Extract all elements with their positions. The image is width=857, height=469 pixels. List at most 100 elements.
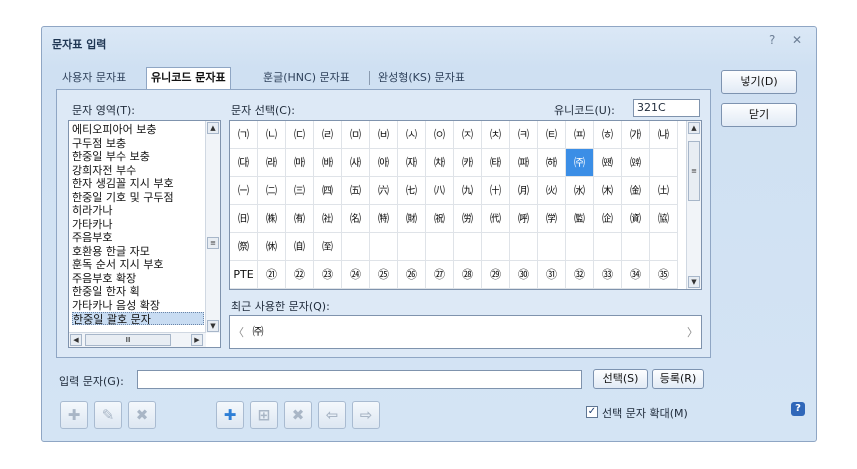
scroll-left-icon[interactable]: ◀ [70,334,82,346]
add-icon[interactable]: ✚ [216,401,244,429]
character-cell[interactable]: ㉜ [566,261,594,289]
area-item[interactable]: 한자 생김꼴 지시 부호 [72,177,174,190]
character-cell[interactable]: ㈑ [258,149,286,177]
character-cell[interactable]: ㈁ [258,121,286,149]
character-cell[interactable]: ㉟ [650,261,678,289]
area-horizontal-scrollbar[interactable]: ◀ Ⅲ ▶ [69,332,206,347]
character-cell[interactable]: ㈂ [286,121,314,149]
character-cell[interactable]: ㉁ [258,233,286,261]
character-cell[interactable]: ㉗ [426,261,454,289]
area-item[interactable]: 강희자전 부수 [72,164,136,177]
tab-user-chars[interactable]: 사용자 문자표 [62,68,126,88]
area-item[interactable]: 한중일 괄호 문자 [72,312,204,326]
character-grid[interactable]: ㈀㈁㈂㈃㈄㈅㈆㈇㈈㈉㈊㈋㈌㈍㈎㈏㈐㈑㈒㈓㈔㈕㈖㈗㈘㈙㈚㈛㈜㈝㈞㈠㈡㈢㈣㈤㈥㈦㈧㈨… [229,120,702,290]
area-item[interactable]: 주음부호 확장 [72,272,136,285]
grid-vertical-scrollbar[interactable]: ▲ ≡ ▼ [686,121,701,289]
character-cell[interactable]: ㉕ [370,261,398,289]
delete-all-icon[interactable]: ✖ [128,401,156,429]
grid-scroll-up-icon[interactable]: ▲ [688,122,700,134]
character-cell[interactable]: ㈢ [286,177,314,205]
character-cell[interactable] [370,233,398,261]
character-cell[interactable]: ㈨ [454,177,482,205]
character-cell[interactable]: ㈞ [622,149,650,177]
input-chars-field[interactable] [137,370,582,389]
character-cell[interactable]: ㈴ [342,205,370,233]
recent-char[interactable]: ㈜ [245,319,271,345]
character-cell[interactable]: ㉓ [314,261,342,289]
character-cell[interactable]: ㈫ [538,177,566,205]
character-cell[interactable]: ㈕ [370,149,398,177]
character-cell[interactable]: ㈺ [510,205,538,233]
character-cell[interactable]: ㈡ [258,177,286,205]
select-button[interactable]: 선택(S) [593,369,648,389]
character-cell[interactable]: ㈣ [314,177,342,205]
tab-hnc-chars[interactable]: 훈글(HNC) 문자표 [263,68,350,88]
character-cell[interactable]: ㈊ [510,121,538,149]
area-item[interactable]: 가타카나 [72,218,112,231]
character-cell[interactable]: ㈇ [426,121,454,149]
character-cell[interactable] [622,233,650,261]
area-item[interactable]: 한중일 부수 보충 [72,150,150,163]
area-item[interactable]: 주음부호 [72,231,112,244]
character-cell[interactable]: ㈘ [454,149,482,177]
character-cell[interactable]: ㈋ [538,121,566,149]
character-cell[interactable]: ㉀ [230,233,258,261]
character-cell[interactable]: ㉂ [286,233,314,261]
area-item[interactable]: 훈독 순서 지시 부호 [72,258,163,271]
help-icon[interactable]: ? [769,33,775,47]
character-cell[interactable]: ㈜ [566,149,594,177]
grid-scroll-thumb[interactable]: ≡ [688,141,700,201]
character-cell[interactable]: ㈌ [566,121,594,149]
insert-button[interactable]: 넣기(D) [721,70,797,94]
character-cell[interactable] [594,233,622,261]
character-cell[interactable]: ㈅ [370,121,398,149]
character-cell[interactable]: ㈳ [314,205,342,233]
move-right-icon[interactable]: ⇨ [352,401,380,429]
character-cell[interactable]: ㈰ [230,205,258,233]
character-cell[interactable]: ㉖ [398,261,426,289]
character-cell[interactable]: ㈵ [370,205,398,233]
area-item[interactable]: 구두점 보충 [72,137,126,150]
area-item[interactable]: 히라가나 [72,204,112,217]
edit-icon[interactable]: ✎ [94,401,122,429]
character-cell[interactable]: ㈿ [650,205,678,233]
character-cell[interactable]: ㈗ [426,149,454,177]
character-cell[interactable] [454,233,482,261]
character-cell[interactable]: ㈄ [342,121,370,149]
character-cell[interactable]: ㉘ [454,261,482,289]
character-cell[interactable]: ㉛ [538,261,566,289]
scroll-down-icon[interactable]: ▼ [207,320,219,332]
recent-chars-box[interactable]: 〈 ㈜ 〉 [229,315,702,349]
help-button-icon[interactable]: ? [791,402,805,416]
character-cell[interactable]: ㈙ [482,149,510,177]
character-cell[interactable]: ㈥ [370,177,398,205]
character-cell[interactable]: ㈓ [314,149,342,177]
character-cell[interactable]: ㈎ [622,121,650,149]
character-cell[interactable]: ㈸ [454,205,482,233]
character-cell[interactable]: ㈠ [230,177,258,205]
character-cell[interactable]: ㈀ [230,121,258,149]
character-cell[interactable]: ㈐ [230,149,258,177]
move-left-icon[interactable]: ⇦ [318,401,346,429]
close-button[interactable]: 닫기 [721,103,797,127]
character-cell[interactable] [510,233,538,261]
character-cell[interactable]: ㈶ [398,205,426,233]
character-cell[interactable]: ㈽ [594,205,622,233]
character-cell[interactable]: ㈝ [594,149,622,177]
character-cell[interactable]: ㉑ [258,261,286,289]
character-cell[interactable]: ㈯ [650,177,678,205]
character-cell[interactable]: ㈉ [482,121,510,149]
character-cell[interactable] [342,233,370,261]
enlarge-checkbox[interactable]: ✓ [586,406,598,418]
tab-unicode-chars[interactable]: 유니코드 문자표 [146,67,231,89]
character-cell[interactable]: ㉒ [286,261,314,289]
character-cell[interactable]: ㈹ [482,205,510,233]
character-cell[interactable]: ㈆ [398,121,426,149]
character-cell[interactable]: ㈻ [538,205,566,233]
character-cell[interactable]: ㈾ [622,205,650,233]
character-cell[interactable] [482,233,510,261]
character-cell[interactable]: ㈏ [650,121,678,149]
area-item[interactable]: 가타카나 음성 확장 [72,299,160,312]
scroll-thumb[interactable]: ≡ [207,237,219,249]
character-cell[interactable]: ㈧ [426,177,454,205]
